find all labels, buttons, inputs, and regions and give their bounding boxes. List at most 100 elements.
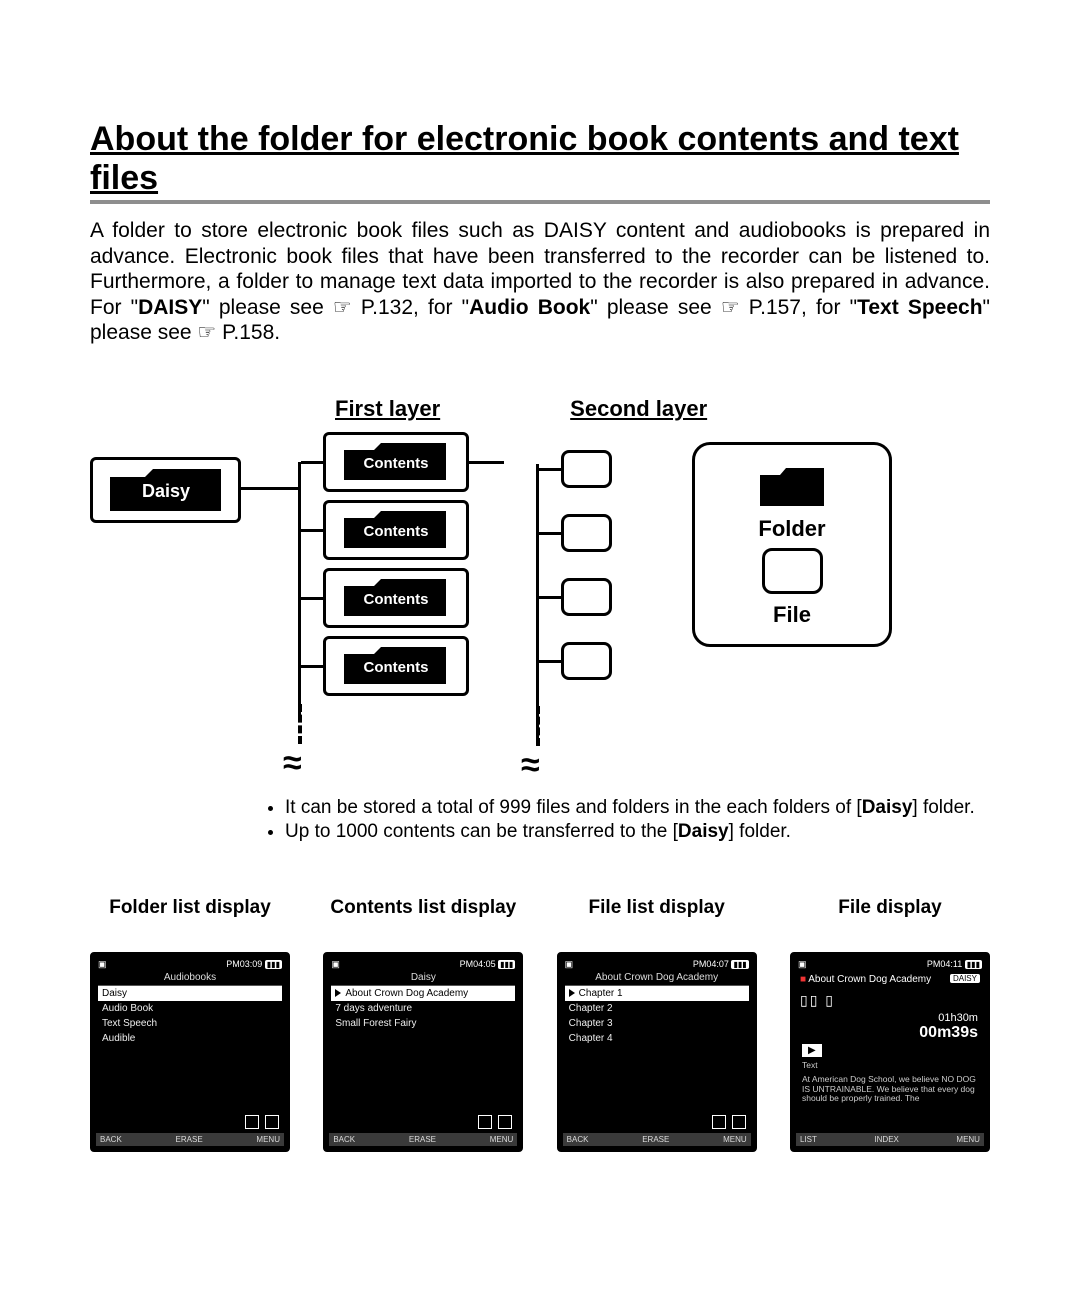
- list-item: About Crown Dog Academy: [331, 986, 515, 1001]
- list-item: Chapter 2: [565, 1001, 749, 1016]
- play-icon: [335, 989, 341, 997]
- folder-root-label: Daisy: [141, 481, 189, 501]
- file-item: [561, 642, 612, 680]
- screen-contents-list: ▣ PM04:05 ▮▮▮ Daisy About Crown Dog Acade…: [323, 952, 523, 1152]
- battery-icon: ▮▮▮: [498, 960, 515, 969]
- screen-heading: About Crown Dog Academy: [565, 970, 749, 986]
- label-first-layer: First layer: [335, 396, 440, 422]
- display-previews: Folder list display ▣PM03:09 ▮▮▮ Audiobo…: [90, 898, 990, 1152]
- notes-list: It can be stored a total of 999 files an…: [90, 797, 990, 843]
- softkey: MENU: [256, 1135, 280, 1144]
- intro-text-speech: Text Speech: [857, 296, 982, 319]
- status-time: PM04:05: [460, 959, 496, 969]
- folder-contents: Contents: [323, 636, 469, 696]
- softkey: BACK: [567, 1135, 589, 1144]
- intro-paragraph: A folder to store electronic book files …: [90, 218, 990, 346]
- text-body: At American Dog School, we believe NO DO…: [798, 1073, 982, 1106]
- list-item: Chapter 3: [565, 1016, 749, 1031]
- list-item: Daisy: [98, 986, 282, 1001]
- list-item: Audio Book: [98, 1001, 282, 1016]
- status-icon: ▣: [98, 959, 107, 970]
- folder-contents: Contents: [323, 500, 469, 560]
- intro-text-1: A folder to store electronic book files …: [90, 219, 990, 293]
- label-second-layer: Second layer: [570, 396, 707, 422]
- folder-contents: Contents: [323, 432, 469, 492]
- list-item: 7 days adventure: [331, 1001, 515, 1016]
- connector: [301, 665, 323, 668]
- legend-file-label: File: [707, 602, 877, 628]
- display-title-folder-list: Folder list display: [90, 898, 290, 942]
- file-item: [561, 450, 612, 488]
- connector: [241, 487, 301, 490]
- wave-icon: ≈: [283, 744, 504, 783]
- connector: [298, 462, 301, 722]
- connector: [301, 461, 323, 464]
- svg-text:Contents: Contents: [364, 455, 429, 472]
- list-item: Chapter 1: [565, 986, 749, 1001]
- status-time: PM04:07: [693, 959, 729, 969]
- status-icon: ▣: [798, 959, 807, 970]
- icon-small: [245, 1115, 259, 1129]
- icon-small: [478, 1115, 492, 1129]
- intro-daisy: DAISY: [138, 296, 202, 319]
- legend-folder-label: Folder: [707, 516, 877, 542]
- softkey: BACK: [100, 1135, 122, 1144]
- status-time: PM03:09: [226, 959, 262, 969]
- file-item: [561, 578, 612, 616]
- status-time: PM04:11: [927, 959, 962, 969]
- play-icon: [569, 989, 575, 997]
- softkey: MENU: [956, 1135, 980, 1144]
- play-button-icon: ▶: [802, 1044, 822, 1057]
- connector: [301, 529, 323, 532]
- play-title: ■ About Crown Dog Academy DAISY: [798, 970, 982, 989]
- svg-text:Contents: Contents: [364, 659, 429, 676]
- note-item: Up to 1000 contents can be transferred t…: [285, 821, 990, 843]
- battery-icon: ▮▮▮: [731, 960, 748, 969]
- wave-icon: ≈: [521, 746, 612, 785]
- folder-icon: Contents: [341, 576, 451, 620]
- intro-audio-ref: " please see ☞ P.157, for ": [590, 296, 857, 319]
- screen-heading: Daisy: [331, 970, 515, 986]
- screen-folder-list: ▣PM03:09 ▮▮▮ Audiobooks Daisy Audio Book…: [90, 952, 290, 1152]
- softkey: MENU: [723, 1135, 747, 1144]
- note-item: It can be stored a total of 999 files an…: [285, 797, 990, 819]
- folder-icon: Contents: [341, 508, 451, 552]
- icon-small: [732, 1115, 746, 1129]
- screen-file-display: ▣PM04:11 ▮▮▮ ■ About Crown Dog Academy D…: [790, 952, 990, 1152]
- display-title-file-list: File list display: [557, 898, 757, 942]
- softkey: BACK: [333, 1135, 355, 1144]
- list-item: Chapter 4: [565, 1031, 749, 1046]
- legend-file-shape: [762, 548, 823, 594]
- softkey: ERASE: [409, 1135, 436, 1144]
- status-icon: ▣: [565, 959, 574, 970]
- display-title-contents-list: Contents list display: [323, 898, 523, 942]
- svg-text:Contents: Contents: [364, 591, 429, 608]
- folder-icon: Contents: [341, 644, 451, 688]
- legend-box: Folder File: [692, 442, 892, 647]
- file-item: [561, 514, 612, 552]
- intro-audio-book: Audio Book: [469, 296, 590, 319]
- icon-small: [265, 1115, 279, 1129]
- folder-icon: Daisy: [107, 465, 225, 515]
- softkey: MENU: [490, 1135, 514, 1144]
- book-icons: ▯▯ ▯: [798, 989, 982, 1012]
- daisy-tag: DAISY: [950, 974, 980, 983]
- softkey: ERASE: [642, 1135, 669, 1144]
- folder-tree: First layer Second layer Daisy Contents C…: [90, 396, 990, 843]
- status-icon: ▣: [331, 959, 340, 970]
- list-item: Text Speech: [98, 1016, 282, 1031]
- connector: [301, 597, 323, 600]
- connector: [539, 660, 561, 663]
- connector: [539, 596, 561, 599]
- connector: [469, 461, 504, 464]
- intro-daisy-ref: " please see ☞ P.132, for ": [202, 296, 469, 319]
- folder-root: Daisy: [90, 457, 241, 523]
- icon-small: [498, 1115, 512, 1129]
- display-title-file-display: File display: [790, 898, 990, 942]
- text-label: Text: [798, 1059, 982, 1073]
- softkey: ERASE: [176, 1135, 203, 1144]
- connector: [536, 464, 539, 739]
- folder-icon: [757, 463, 827, 511]
- time-display: 01h30m00m39s: [798, 1012, 982, 1042]
- folder-icon: Contents: [341, 440, 451, 484]
